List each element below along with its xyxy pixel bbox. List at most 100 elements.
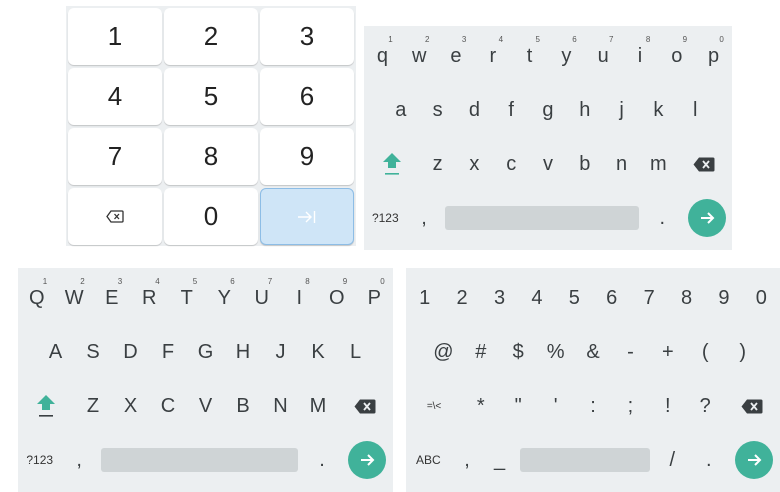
key-asterisk[interactable]: *	[462, 383, 499, 429]
key-M[interactable]: M	[299, 383, 337, 429]
key-i[interactable]: i8	[622, 33, 659, 79]
key-f[interactable]: f	[493, 87, 530, 133]
key-x[interactable]: x	[456, 141, 493, 187]
key-digit-9[interactable]: 9	[705, 275, 742, 321]
numpad-backspace-button[interactable]	[68, 188, 162, 245]
key-r[interactable]: r4	[474, 33, 511, 79]
key-S[interactable]: S	[74, 329, 112, 375]
abc-toggle-button[interactable]: ABC	[406, 437, 451, 483]
key-P[interactable]: P0	[356, 275, 394, 321]
key-digit-4[interactable]: 4	[518, 275, 555, 321]
key-N[interactable]: N	[262, 383, 300, 429]
key-p[interactable]: p0	[695, 33, 732, 79]
key-m[interactable]: m	[640, 141, 677, 187]
backspace-button[interactable]	[724, 383, 780, 429]
key-a[interactable]: a	[382, 87, 419, 133]
numpad-key-1[interactable]: 1	[68, 8, 162, 65]
key-period[interactable]: .	[302, 437, 341, 483]
key-digit-2[interactable]: 2	[443, 275, 480, 321]
backspace-button[interactable]	[337, 383, 393, 429]
key-q[interactable]: q1	[364, 33, 401, 79]
key-comma[interactable]: ,	[451, 437, 484, 483]
key-close-paren[interactable]: )	[724, 329, 761, 375]
symbols-toggle-button[interactable]: ?123	[364, 195, 407, 241]
enter-button[interactable]	[682, 195, 732, 241]
key-u[interactable]: u7	[585, 33, 622, 79]
spacebar-area[interactable]	[516, 448, 654, 472]
key-Q[interactable]: Q1	[18, 275, 56, 321]
numpad-key-6[interactable]: 6	[260, 68, 354, 125]
key-digit-0[interactable]: 0	[743, 275, 780, 321]
key-e[interactable]: e3	[438, 33, 475, 79]
numpad-next-field-button[interactable]	[260, 188, 354, 245]
key-period[interactable]: .	[691, 437, 728, 483]
key-semicolon[interactable]: ;	[612, 383, 649, 429]
key-slash[interactable]: /	[654, 437, 691, 483]
key-o[interactable]: o9	[658, 33, 695, 79]
numpad-key-4[interactable]: 4	[68, 68, 162, 125]
spacebar[interactable]	[445, 206, 639, 230]
key-j[interactable]: j	[603, 87, 640, 133]
key-H[interactable]: H	[224, 329, 262, 375]
spacebar-area[interactable]	[97, 448, 302, 472]
spacebar[interactable]	[519, 448, 650, 472]
key-s[interactable]: s	[419, 87, 456, 133]
key-B[interactable]: B	[224, 383, 262, 429]
key-digit-7[interactable]: 7	[630, 275, 667, 321]
key-Z[interactable]: Z	[74, 383, 112, 429]
key-J[interactable]: J	[262, 329, 300, 375]
numpad-key-8[interactable]: 8	[164, 128, 258, 185]
key-digit-6[interactable]: 6	[593, 275, 630, 321]
key-single-quote[interactable]: '	[537, 383, 574, 429]
key-underscore[interactable]: _	[483, 437, 516, 483]
numpad-key-2[interactable]: 2	[164, 8, 258, 65]
enter-button[interactable]	[727, 437, 780, 483]
key-Y[interactable]: Y6	[206, 275, 244, 321]
key-V[interactable]: V	[187, 383, 225, 429]
key-C[interactable]: C	[149, 383, 187, 429]
key-k[interactable]: k	[640, 87, 677, 133]
key-digit-1[interactable]: 1	[406, 275, 443, 321]
key-z[interactable]: z	[419, 141, 456, 187]
shift-button[interactable]	[364, 141, 419, 187]
numpad-key-3[interactable]: 3	[260, 8, 354, 65]
numpad-key-9[interactable]: 9	[260, 128, 354, 185]
key-w[interactable]: w2	[401, 33, 438, 79]
key-plus[interactable]: +	[649, 329, 686, 375]
key-percent[interactable]: %	[537, 329, 574, 375]
key-comma[interactable]: ,	[61, 437, 97, 483]
key-G[interactable]: G	[187, 329, 225, 375]
key-comma[interactable]: ,	[407, 195, 442, 241]
key-digit-8[interactable]: 8	[668, 275, 705, 321]
key-minus[interactable]: -	[612, 329, 649, 375]
spacebar[interactable]	[100, 448, 299, 472]
numpad-key-7[interactable]: 7	[68, 128, 162, 185]
key-y[interactable]: y6	[548, 33, 585, 79]
key-A[interactable]: A	[37, 329, 75, 375]
key-period[interactable]: .	[643, 195, 682, 241]
key-hash[interactable]: #	[462, 329, 499, 375]
key-O[interactable]: O9	[318, 275, 356, 321]
enter-button[interactable]	[342, 437, 393, 483]
key-c[interactable]: c	[493, 141, 530, 187]
key-F[interactable]: F	[149, 329, 187, 375]
key-h[interactable]: h	[566, 87, 603, 133]
backspace-button[interactable]	[677, 141, 732, 187]
key-b[interactable]: b	[566, 141, 603, 187]
key-g[interactable]: g	[530, 87, 567, 133]
key-K[interactable]: K	[299, 329, 337, 375]
key-ampersand[interactable]: &	[574, 329, 611, 375]
key-digit-3[interactable]: 3	[481, 275, 518, 321]
key-at[interactable]: @	[425, 329, 462, 375]
key-d[interactable]: d	[456, 87, 493, 133]
key-double-quote[interactable]: "	[500, 383, 537, 429]
key-t[interactable]: t5	[511, 33, 548, 79]
key-E[interactable]: E3	[93, 275, 131, 321]
key-L[interactable]: L	[337, 329, 375, 375]
key-digit-5[interactable]: 5	[556, 275, 593, 321]
key-T[interactable]: T5	[168, 275, 206, 321]
key-l[interactable]: l	[677, 87, 714, 133]
spacebar-area[interactable]	[441, 206, 643, 230]
numpad-key-0[interactable]: 0	[164, 188, 258, 245]
key-U[interactable]: U7	[243, 275, 281, 321]
